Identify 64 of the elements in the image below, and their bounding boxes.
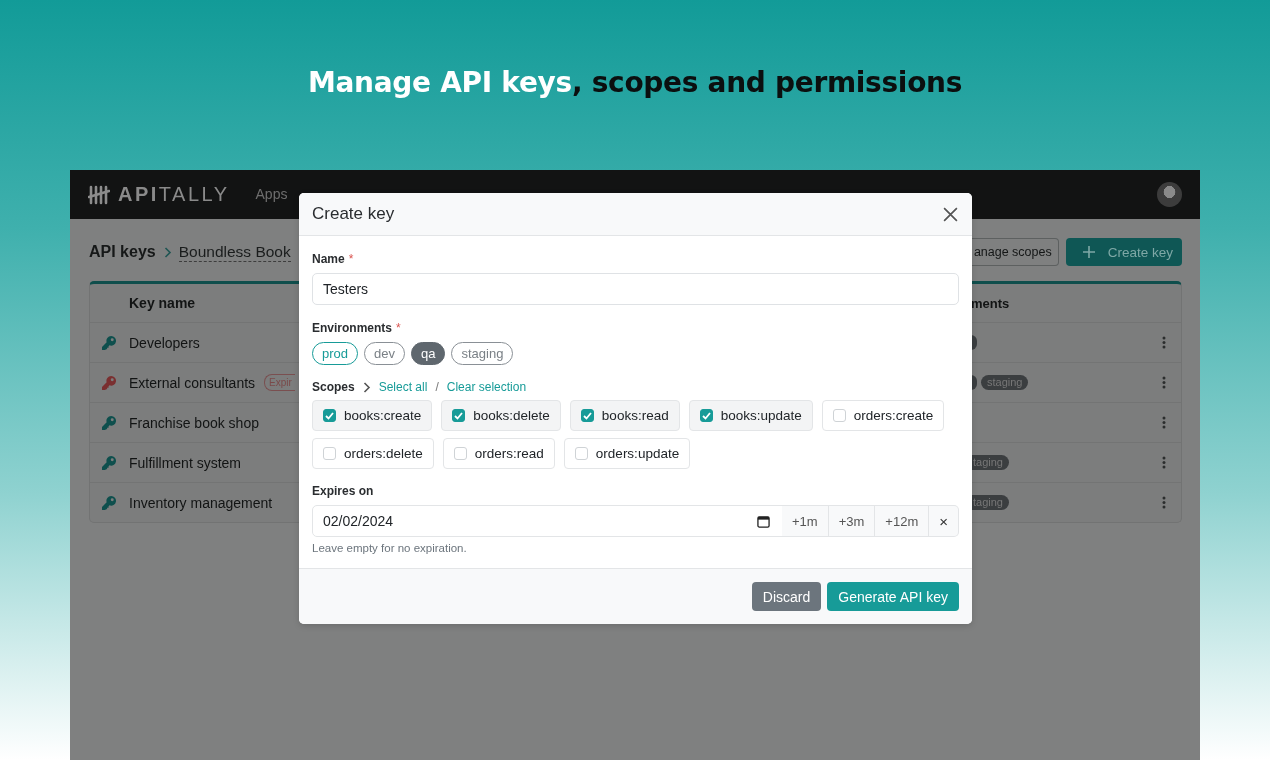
environment-tag: staging: [981, 375, 1029, 390]
environment-tag: taging: [971, 455, 1009, 470]
checkbox[interactable]: [832, 409, 846, 422]
environment-tag: taging: [971, 495, 1009, 510]
logo-text: APITALLY: [118, 183, 230, 206]
required-mark: *: [348, 252, 354, 266]
environment-toggle[interactable]: dev: [364, 342, 405, 365]
breadcrumb-link[interactable]: API keys: [89, 243, 156, 261]
checkbox[interactable]: [323, 447, 336, 460]
required-mark: *: [396, 321, 401, 335]
scope-option[interactable]: orders:delete: [312, 438, 434, 469]
scope-option[interactable]: orders:read: [442, 438, 555, 469]
checkbox[interactable]: [580, 409, 594, 422]
field-label: Name: [312, 252, 345, 266]
field-label: Environments: [312, 321, 392, 335]
column-header: ments: [971, 295, 1010, 311]
add-months-button[interactable]: +1m: [782, 505, 829, 537]
dialog-title: Create key: [312, 204, 395, 224]
more-icon[interactable]: [1161, 376, 1166, 389]
checkbox[interactable]: [574, 447, 588, 460]
more-icon[interactable]: [1161, 496, 1166, 509]
add-months-button[interactable]: +12m: [875, 505, 930, 537]
separator: /: [435, 380, 439, 394]
environment-toggle[interactable]: prod: [312, 342, 359, 365]
select-all-link[interactable]: Select all: [378, 380, 428, 394]
more-icon[interactable]: [1161, 416, 1166, 429]
checkbox[interactable]: [452, 409, 466, 422]
key-name: Fulfillment system: [129, 454, 242, 471]
scope-option[interactable]: books:create: [312, 400, 433, 431]
avatar[interactable]: [1157, 182, 1182, 207]
key-name: Developers: [129, 334, 200, 351]
column-header: Key name: [129, 295, 196, 311]
date-field[interactable]: 02/02/2024: [312, 505, 784, 537]
discard-button[interactable]: Discard: [751, 582, 822, 611]
key-name: Franchise book shop: [129, 414, 259, 431]
checkbox[interactable]: [699, 409, 713, 422]
chevron-icon: [362, 381, 371, 393]
field-label: Scopes: [312, 380, 355, 394]
clear-date-button[interactable]: ×: [929, 505, 959, 537]
more-icon[interactable]: [1161, 456, 1166, 469]
name-field[interactable]: Testers: [312, 273, 959, 305]
scope-option[interactable]: orders:update: [563, 438, 691, 469]
add-months-button[interactable]: +3m: [828, 505, 876, 537]
close-icon[interactable]: [942, 205, 959, 223]
scope-option[interactable]: orders:create: [821, 400, 945, 431]
scope-option[interactable]: books:read: [569, 400, 680, 431]
clear-selection-link[interactable]: Clear selection: [446, 380, 527, 394]
hint-text: Leave empty for no expiration.: [312, 542, 468, 554]
key-name: Inventory management: [129, 494, 273, 511]
field-label: Expires on: [312, 484, 374, 498]
scope-option[interactable]: books:update: [688, 400, 813, 431]
logo-icon: [88, 183, 110, 206]
breadcrumb-current[interactable]: Boundless Book: [178, 242, 291, 262]
scope-option[interactable]: books:delete: [441, 400, 561, 431]
plus-icon: [1082, 246, 1095, 258]
key-name: External consultants: [129, 374, 256, 391]
headline: Manage API keys, scopes and permissions: [307, 66, 963, 99]
more-icon[interactable]: [1161, 336, 1166, 349]
chevron-icon: [163, 246, 172, 258]
calendar-icon[interactable]: [757, 514, 771, 528]
checkbox[interactable]: [323, 409, 336, 422]
nav-link[interactable]: Apps: [255, 185, 288, 202]
checkbox[interactable]: [453, 447, 467, 460]
environment-toggle[interactable]: staging: [451, 342, 514, 365]
